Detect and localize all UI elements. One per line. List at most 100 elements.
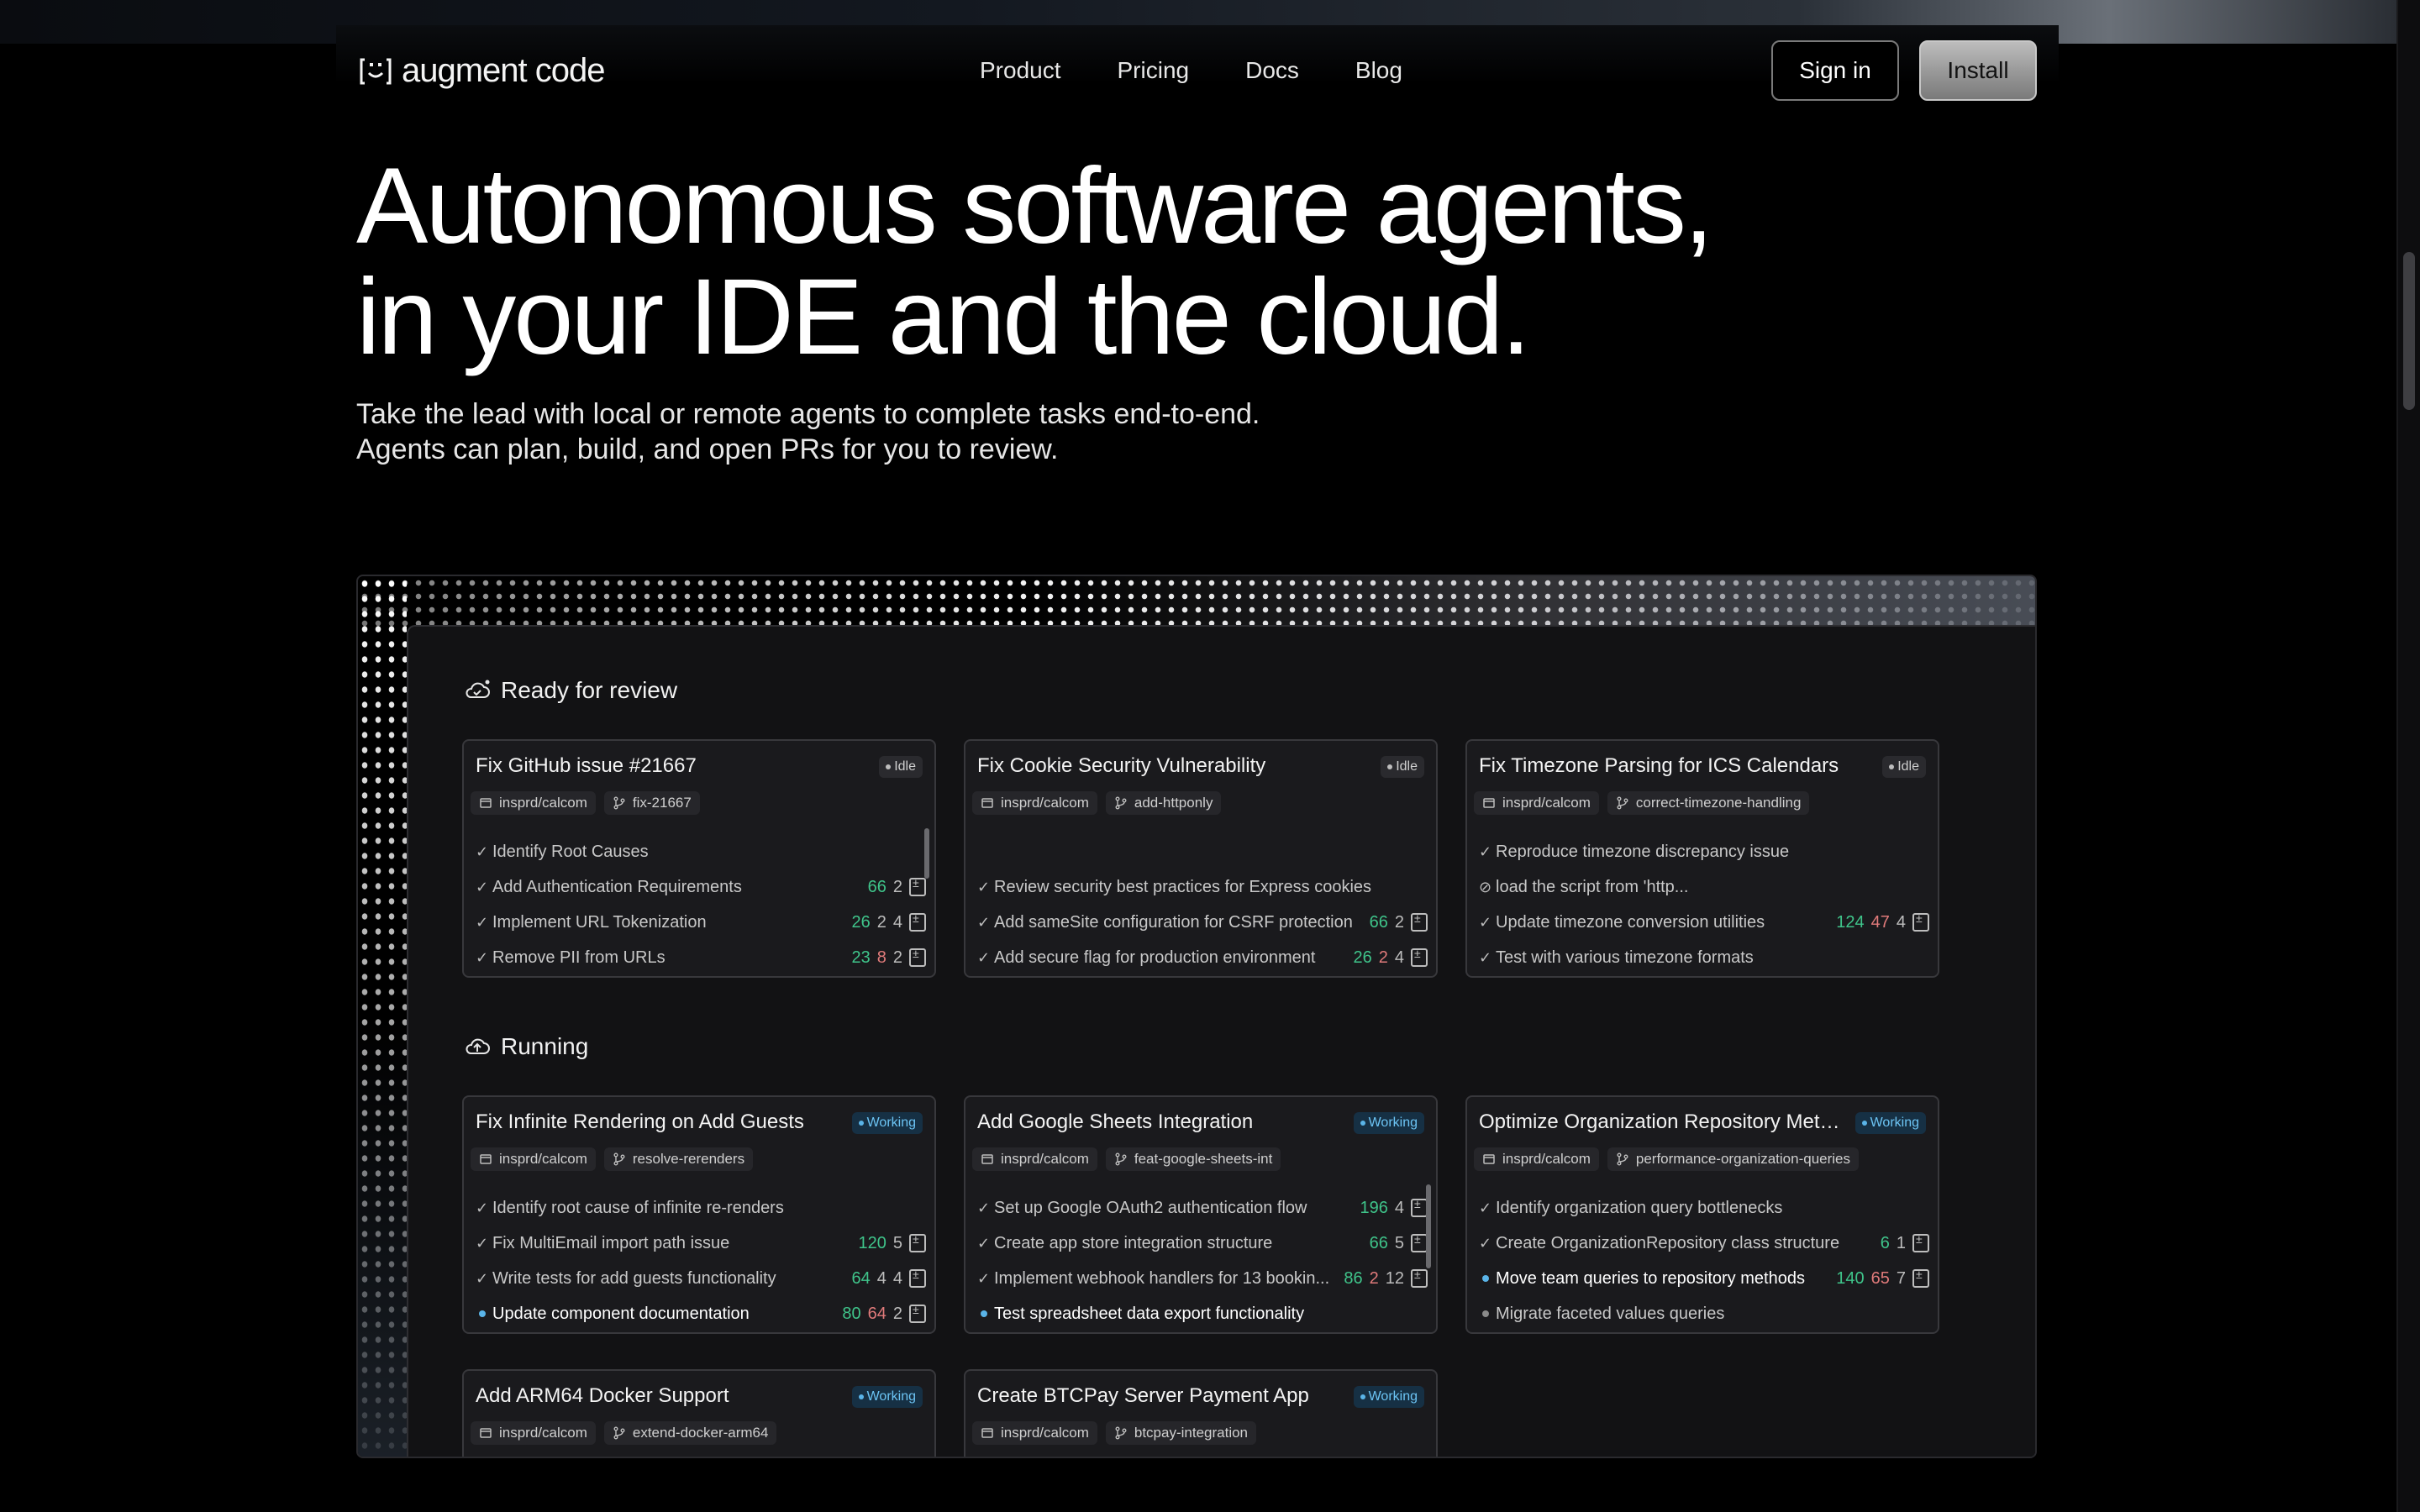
branch-chip[interactable]: correct-timezone-handling (1607, 791, 1810, 815)
in-progress-dot-icon (981, 1310, 987, 1317)
section-running: Running (464, 1033, 588, 1060)
branch-chip[interactable]: resolve-rerenders (603, 1147, 754, 1171)
repo-chip[interactable]: insprd/calcom (1474, 1147, 1599, 1171)
task-row[interactable]: ✓ Create app store integration structure 6… (977, 1226, 1428, 1260)
files-changed: 4 (1394, 948, 1404, 967)
task-row[interactable]: Update component documentation 80 64 2 (476, 1297, 926, 1331)
check-icon: ✓ (476, 948, 489, 966)
repo-chip[interactable]: insprd/calcom (972, 791, 1097, 815)
branch-chip[interactable]: performance-organization-queries (1607, 1147, 1860, 1171)
file-diff-icon[interactable] (909, 1268, 926, 1288)
files-changed: 2 (876, 912, 886, 932)
task-label: Identify root cause of infinite re-rende… (492, 1198, 784, 1217)
repo-chip[interactable]: insprd/calcom (471, 1147, 596, 1171)
repo-chip[interactable]: insprd/calcom (1474, 791, 1599, 815)
pending-dot-icon (1482, 1310, 1489, 1317)
repo-chip[interactable]: insprd/calcom (471, 1421, 596, 1445)
card-title: Fix Cookie Security Vulnerability (977, 754, 1266, 777)
task-label: Update timezone conversion utilities (1496, 912, 1765, 932)
task-row[interactable]: ✓ Identify root cause of infinite re-rend… (476, 1191, 926, 1225)
task-row[interactable]: ✓ Implement webhook handlers for 13 booki… (977, 1262, 1428, 1295)
agent-card[interactable]: Fix Cookie Security Vulnerability Idle ins… (964, 739, 1438, 978)
repo-name: insprd/calcom (1001, 1151, 1089, 1167)
task-label: Identify Root Causes (492, 842, 649, 861)
task-row[interactable]: ✓ Update timezone conversion utilities 124… (1479, 906, 1929, 939)
extra-count: 4 (892, 912, 902, 932)
branch-chip[interactable]: feat-google-sheets-int (1105, 1147, 1281, 1171)
repo-name: insprd/calcom (499, 795, 587, 811)
install-button[interactable]: Install (1919, 40, 2037, 101)
task-row[interactable]: ⊘ load the script from 'http... (1479, 870, 1929, 904)
agent-card[interactable]: Add ARM64 Docker Support Working insprd/ca… (462, 1369, 936, 1457)
card-scrollbar[interactable] (924, 828, 929, 879)
branch-chip[interactable]: extend-docker-arm64 (603, 1421, 777, 1445)
branch-chip[interactable]: add-httponly (1105, 791, 1222, 815)
page-scrollbar[interactable] (2396, 0, 2420, 1512)
nav-link-blog[interactable]: Blog (1355, 57, 1402, 84)
agent-card[interactable]: Add Google Sheets Integration Working insp… (964, 1095, 1438, 1334)
file-diff-icon[interactable] (1411, 1232, 1428, 1252)
task-row[interactable]: ✓ Test with various timezone formats (1479, 941, 1929, 974)
lines-added: 26 (1353, 948, 1372, 967)
branch-chip[interactable]: fix-21667 (603, 791, 700, 815)
task-row[interactable]: ✓ Identify organization query bottlenecks (1479, 1191, 1929, 1225)
file-diff-icon[interactable] (1411, 1197, 1428, 1217)
repo-chip[interactable]: insprd/calcom (972, 1147, 1097, 1171)
file-diff-icon[interactable] (1411, 911, 1428, 932)
task-row[interactable]: ✓ Create OrganizationRepository class str… (1479, 1226, 1929, 1260)
task-row[interactable]: ✓ Fix MultiEmail import path issue 120 5 (476, 1226, 926, 1260)
check-icon: ✓ (977, 1269, 991, 1287)
nav-link-docs[interactable]: Docs (1245, 57, 1299, 84)
logo[interactable]: augment code (358, 52, 606, 90)
task-row[interactable]: ✓ Write tests for add guests functionalit… (476, 1262, 926, 1295)
task-row[interactable]: ✓ Set up Google OAuth2 authentication flo… (977, 1191, 1428, 1225)
repo-chip[interactable]: insprd/calcom (972, 1421, 1097, 1445)
file-diff-icon[interactable] (909, 1303, 926, 1323)
file-diff-icon[interactable] (909, 947, 926, 967)
task-row[interactable]: Move team queries to repository methods 1… (1479, 1262, 1929, 1295)
lines-added: 66 (1369, 912, 1388, 932)
file-diff-icon[interactable] (1411, 1268, 1428, 1288)
file-diff-icon[interactable] (1411, 947, 1428, 967)
file-diff-icon[interactable] (1912, 911, 1929, 932)
task-row[interactable]: ✓ Add sameSite configuration for CSRF pro… (977, 906, 1428, 939)
file-diff-icon[interactable] (909, 1232, 926, 1252)
task-row[interactable]: ✓ Remove PII from URLs 23 8 2 (476, 941, 926, 974)
agent-card[interactable]: Fix Infinite Rendering on Add Guests Work… (462, 1095, 936, 1334)
task-row[interactable]: Test spreadsheet data export functionali… (977, 1297, 1428, 1331)
file-diff-icon[interactable] (909, 876, 926, 896)
diff-stats: 140 65 7 (1836, 1268, 1929, 1289)
diff-stats: 66 2 (1369, 911, 1428, 932)
sign-in-button[interactable]: Sign in (1771, 40, 1899, 101)
task-row[interactable]: ✓ Identify Root Causes (476, 835, 926, 869)
agent-card[interactable]: Optimize Organization Repository Metho..… (1465, 1095, 1939, 1334)
agent-card[interactable]: Create BTCPay Server Payment App Working i… (964, 1369, 1438, 1457)
repo-icon (981, 798, 993, 808)
task-label: Write tests for add guests functionality (492, 1268, 776, 1288)
task-row[interactable]: ✓ Implement URL Tokenization 26 2 4 (476, 906, 926, 939)
file-diff-icon[interactable] (1912, 1268, 1929, 1288)
card-title: Add ARM64 Docker Support (476, 1384, 729, 1407)
agent-card[interactable]: Fix GitHub issue #21667 Idle insprd/calcom… (462, 739, 936, 978)
page-scrollbar-thumb[interactable] (2403, 252, 2415, 410)
card-title: Optimize Organization Repository Metho..… (1479, 1110, 1849, 1133)
nav-link-pricing[interactable]: Pricing (1118, 57, 1190, 84)
task-row[interactable]: ✓ Review security best practices for Expr… (977, 870, 1428, 904)
card-scrollbar[interactable] (1426, 1184, 1431, 1268)
file-diff-icon[interactable] (909, 911, 926, 932)
check-icon: ✓ (476, 1199, 489, 1216)
task-row[interactable]: Migrate faceted values queries (1479, 1297, 1929, 1331)
nav-link-product[interactable]: Product (980, 57, 1061, 84)
lines-added: 196 (1360, 1198, 1388, 1217)
branch-chip[interactable]: btcpay-integration (1105, 1421, 1257, 1445)
repo-chip[interactable]: insprd/calcom (471, 791, 596, 815)
files-changed: 12 (1385, 1268, 1404, 1288)
agent-card[interactable]: Fix Timezone Parsing for ICS Calendars Id… (1465, 739, 1939, 978)
check-icon: ✓ (977, 1199, 991, 1216)
task-label: Add Authentication Requirements (492, 877, 742, 896)
task-row[interactable]: ✓ Add Authentication Requirements 66 2 (476, 870, 926, 904)
task-row[interactable]: ✓ Reproduce timezone discrepancy issue (1479, 835, 1929, 869)
file-diff-icon[interactable] (1912, 1232, 1929, 1252)
task-row[interactable]: ✓ Add secure flag for production environm… (977, 941, 1428, 974)
check-icon: ✓ (1479, 913, 1492, 931)
